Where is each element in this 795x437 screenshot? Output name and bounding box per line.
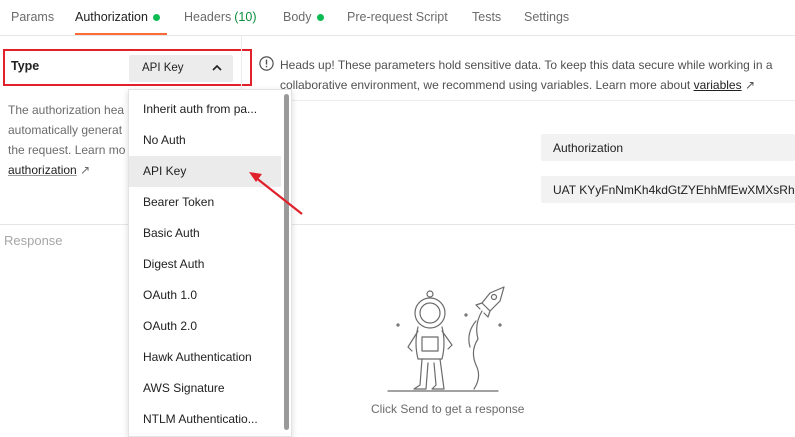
auth-description-line: automatically generat <box>8 123 123 137</box>
menu-item-oauth-1[interactable]: OAuth 1.0 <box>129 280 281 311</box>
menu-item-basic-auth[interactable]: Basic Auth <box>129 218 281 249</box>
tab-label: Body <box>283 10 312 24</box>
menu-item-label: API Key <box>143 164 187 178</box>
menu-item-label: AWS Signature <box>143 381 225 395</box>
tab-settings[interactable]: Settings <box>524 10 569 24</box>
tab-body[interactable]: Body <box>283 10 324 24</box>
api-key-name-input[interactable]: Authorization <box>541 134 795 161</box>
menu-item-label: OAuth 1.0 <box>143 288 198 302</box>
authorization-docs-link[interactable]: authorization <box>8 163 77 177</box>
sensitive-data-notice: Heads up! These parameters hold sensitiv… <box>280 55 795 95</box>
menu-item-label: Digest Auth <box>143 257 205 271</box>
menu-item-oauth-2[interactable]: OAuth 2.0 <box>129 311 281 342</box>
menu-item-label: OAuth 2.0 <box>143 319 198 333</box>
auth-type-value: API Key <box>142 62 184 74</box>
empty-response-message: Click Send to get a response <box>371 402 525 416</box>
status-dot-icon <box>152 13 160 21</box>
menu-item-digest-auth[interactable]: Digest Auth <box>129 249 281 280</box>
menu-item-label: Bearer Token <box>143 195 215 209</box>
variables-docs-link[interactable]: variables <box>694 78 742 92</box>
menu-item-label: Hawk Authentication <box>143 350 252 364</box>
tab-tests[interactable]: Tests <box>472 10 501 24</box>
notice-line: collaborative environment, we recommend … <box>280 78 694 92</box>
tab-label: Authorization <box>75 10 148 24</box>
notice-divider <box>252 100 795 101</box>
tab-params[interactable]: Params <box>11 10 54 24</box>
auth-type-label: Type <box>11 59 40 73</box>
auth-description-line: the request. Learn mo <box>8 143 126 157</box>
info-icon <box>259 56 274 71</box>
menu-item-ntlm-authentication[interactable]: NTLM Authenticatio... <box>129 404 281 435</box>
request-tabs: Params Authorization Headers (10) Body Pr… <box>0 0 795 36</box>
tab-label: Tests <box>472 10 502 24</box>
headers-count: (10) <box>234 10 257 24</box>
api-key-name-value: Authorization <box>553 141 624 155</box>
menu-item-api-key[interactable]: API Key <box>129 156 281 187</box>
menu-item-label: Basic Auth <box>143 226 200 240</box>
auth-description-line: The authorization hea <box>8 103 125 117</box>
menu-item-label: No Auth <box>143 133 186 147</box>
menu-item-label: Inherit auth from pa... <box>143 102 258 116</box>
tab-headers[interactable]: Headers (10) <box>184 10 256 24</box>
notice-line: Heads up! These parameters hold sensitiv… <box>280 58 773 72</box>
menu-item-bearer-token[interactable]: Bearer Token <box>129 187 281 218</box>
api-key-value-input[interactable]: UAT KYyFnNmKh4kdGtZYEhhMfEwXMXsRh <box>541 176 795 203</box>
tab-label: Settings <box>524 10 570 24</box>
tab-label: Headers <box>184 10 232 24</box>
auth-type-row: Type API Key <box>3 49 252 86</box>
tab-label: Params <box>11 10 55 24</box>
external-link-icon: ↗ <box>744 78 755 92</box>
tab-pre-request-script[interactable]: Pre-request Script <box>347 10 448 24</box>
astronaut-rocket-illustration <box>387 286 505 392</box>
auth-type-dropdown: Inherit auth from pa... No Auth API Key … <box>128 89 292 437</box>
auth-description: The authorization hea automatically gene… <box>8 100 132 180</box>
auth-type-select[interactable]: API Key <box>129 55 233 82</box>
menu-item-no-auth[interactable]: No Auth <box>129 125 281 156</box>
api-key-value-text: UAT KYyFnNmKh4kdGtZYEhhMfEwXMXsRh <box>553 183 795 197</box>
response-divider <box>0 224 795 225</box>
menu-item-label: NTLM Authenticatio... <box>143 412 258 426</box>
dropdown-scrollbar[interactable] <box>284 94 289 430</box>
menu-item-hawk-authentication[interactable]: Hawk Authentication <box>129 342 281 373</box>
active-tab-underline <box>75 33 167 35</box>
menu-item-aws-signature[interactable]: AWS Signature <box>129 373 281 404</box>
response-heading: Response <box>4 233 63 248</box>
chevron-up-icon <box>212 64 222 71</box>
menu-item-inherit-auth[interactable]: Inherit auth from pa... <box>129 94 281 125</box>
tab-label: Pre-request Script <box>347 10 448 24</box>
external-link-icon: ↗ <box>80 163 91 177</box>
status-dot-icon <box>316 13 324 21</box>
tab-authorization[interactable]: Authorization <box>75 10 160 24</box>
